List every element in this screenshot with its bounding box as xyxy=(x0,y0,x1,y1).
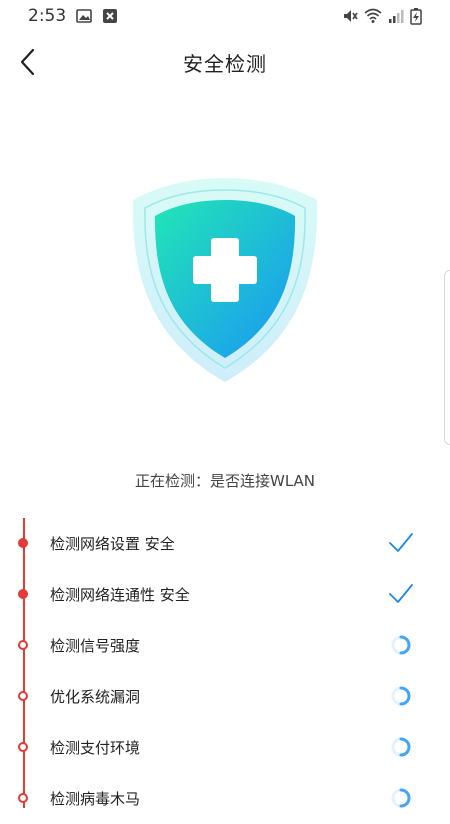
edge-panel-handle[interactable] xyxy=(444,270,450,445)
list-item: 检测病毒木马 xyxy=(0,773,450,824)
app-header: 安全检测 xyxy=(0,32,450,92)
signal-icon xyxy=(389,10,404,23)
step-label: 检测网络设置 安全 xyxy=(50,535,175,553)
loading-spinner-icon xyxy=(391,686,411,706)
page-title: 安全检测 xyxy=(183,52,267,76)
timeline-dot-done xyxy=(18,589,28,599)
loading-spinner-icon xyxy=(391,788,411,808)
step-label: 优化系统漏洞 xyxy=(50,688,141,706)
status-bar: 2:53 xyxy=(0,0,450,32)
battery-charging-icon xyxy=(410,8,422,25)
timeline-dot-pending xyxy=(18,640,28,650)
status-time: 2:53 xyxy=(28,6,67,26)
timeline-dot-done xyxy=(18,538,28,548)
loading-spinner-icon xyxy=(391,635,411,655)
list-item: 检测支付环境 xyxy=(0,722,450,773)
timeline-dot-pending xyxy=(18,793,28,803)
step-label: 检测支付环境 xyxy=(50,739,141,757)
scan-status-text: 正在检测：是否连接WLAN xyxy=(134,472,315,490)
loading-spinner-icon xyxy=(391,737,411,757)
notification-x-icon xyxy=(103,9,118,23)
wifi-icon xyxy=(364,8,382,23)
shield-illustration xyxy=(125,172,325,387)
check-icon xyxy=(389,533,413,552)
timeline-dot-pending xyxy=(18,691,28,701)
timeline-dot-pending xyxy=(18,742,28,752)
shield-plus-icon xyxy=(132,178,318,382)
list-item: 检测信号强度 xyxy=(0,620,450,671)
mute-icon xyxy=(344,10,358,22)
step-label: 检测信号强度 xyxy=(50,637,141,655)
step-label: 检测网络连通性 安全 xyxy=(50,586,190,604)
step-label: 检测病毒木马 xyxy=(50,790,141,808)
list-item: 优化系统漏洞 xyxy=(0,671,450,722)
list-item: 检测网络设置 安全 xyxy=(0,518,450,569)
gallery-icon xyxy=(76,9,92,23)
check-icon xyxy=(389,584,413,603)
list-item: 检测网络连通性 安全 xyxy=(0,569,450,620)
